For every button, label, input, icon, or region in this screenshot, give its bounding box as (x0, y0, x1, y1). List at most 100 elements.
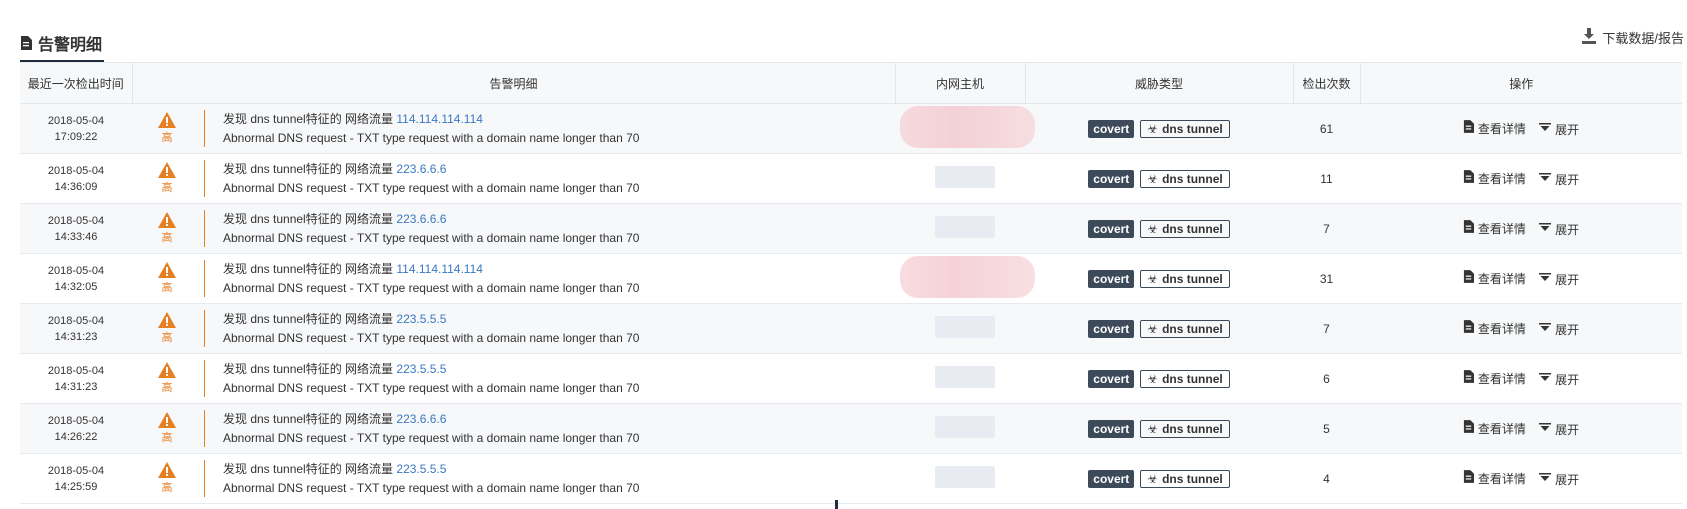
covert-tag[interactable]: covert (1088, 469, 1135, 488)
ip-link[interactable]: 114.114.114.114 (396, 112, 483, 126)
covert-tag[interactable]: covert (1088, 419, 1135, 438)
view-details-button[interactable]: 查看详情 (1463, 120, 1526, 137)
detect-time: 14:31:23 (54, 330, 98, 343)
warning-triangle-icon (158, 462, 176, 481)
view-details-button[interactable]: 查看详情 (1463, 420, 1526, 437)
time-cell: 2018-05-04 14:36:09 (20, 153, 132, 204)
host-cell (895, 353, 1025, 404)
view-details-label: 查看详情 (1477, 221, 1526, 236)
view-details-button[interactable]: 查看详情 (1463, 220, 1526, 237)
dns-tunnel-tag[interactable]: ☣ dns tunnel (1140, 219, 1230, 238)
covert-tag[interactable]: covert (1088, 369, 1135, 388)
table-header-row: 最近一次检出时间 告警明细 内网主机 威胁类型 检出次数 操作 (20, 62, 1682, 104)
alert-summary: 发现 dns tunnel特征的 网络流量 (223, 211, 394, 226)
detail-cell: 高 发现 dns tunnel特征的 网络流量 114.114.114.114 … (132, 253, 895, 304)
expand-button[interactable]: 展开 (1539, 271, 1579, 288)
dns-tunnel-tag[interactable]: ☣ dns tunnel (1140, 319, 1230, 338)
host-cell (895, 253, 1035, 304)
severity-label: 高 (161, 182, 173, 194)
expand-label: 展开 (1555, 172, 1580, 187)
dns-tunnel-label: dns tunnel (1162, 221, 1223, 236)
alert-detail: 发现 dns tunnel特征的 网络流量 223.6.6.6 Abnormal… (223, 160, 639, 198)
detect-date: 2018-05-04 (47, 164, 105, 177)
severity-divider (204, 110, 205, 147)
view-details-label: 查看详情 (1477, 371, 1526, 386)
alert-description: Abnormal DNS request - TXT type request … (223, 430, 640, 445)
alert-summary: 发现 dns tunnel特征的 网络流量 (223, 461, 394, 476)
document-icon (1463, 470, 1474, 486)
dns-tunnel-label: dns tunnel (1162, 271, 1223, 286)
download-report-button[interactable]: 下载数据/报告 (1582, 28, 1684, 47)
document-icon (1463, 220, 1474, 236)
biohazard-icon: ☣ (1147, 271, 1159, 286)
expand-button[interactable]: 展开 (1539, 321, 1579, 338)
filter-icon (1539, 422, 1552, 436)
expand-button[interactable]: 展开 (1539, 371, 1579, 388)
expand-button[interactable]: 展开 (1539, 421, 1579, 438)
covert-tag[interactable]: covert (1088, 269, 1135, 288)
redacted-host (935, 466, 995, 488)
detect-date: 2018-05-04 (47, 114, 105, 127)
view-details-button[interactable]: 查看详情 (1463, 270, 1526, 287)
dns-tunnel-label: dns tunnel (1162, 371, 1223, 386)
detail-cell: 高 发现 dns tunnel特征的 网络流量 223.6.6.6 Abnorm… (132, 203, 895, 254)
view-details-button[interactable]: 查看详情 (1463, 370, 1526, 387)
filter-icon (1539, 122, 1552, 136)
filter-icon (1539, 272, 1552, 286)
dns-tunnel-tag[interactable]: ☣ dns tunnel (1140, 169, 1230, 188)
ip-link[interactable]: 223.5.5.5 (396, 462, 446, 476)
ops-cell: 查看详情 展开 (1360, 403, 1682, 454)
detect-time: 14:31:23 (54, 380, 98, 393)
section-title: 告警明细 (38, 37, 103, 54)
expand-button[interactable]: 展开 (1539, 171, 1579, 188)
dns-tunnel-tag[interactable]: ☣ dns tunnel (1140, 119, 1230, 138)
ip-link[interactable]: 114.114.114.114 (396, 262, 483, 276)
alert-summary: 发现 dns tunnel特征的 网络流量 (223, 411, 394, 426)
redacted-host (900, 106, 1035, 148)
view-details-label: 查看详情 (1477, 121, 1526, 136)
ops-cell: 查看详情 展开 (1360, 303, 1682, 354)
document-icon (1463, 420, 1474, 436)
redacted-host (935, 316, 995, 338)
alert-description: Abnormal DNS request - TXT type request … (223, 180, 640, 195)
covert-tag[interactable]: covert (1088, 169, 1135, 188)
warning-triangle-icon (158, 362, 176, 381)
ip-link[interactable]: 223.6.6.6 (396, 412, 446, 426)
host-cell (895, 453, 1025, 504)
covert-tag[interactable]: covert (1088, 319, 1135, 338)
detect-time: 14:36:09 (54, 180, 98, 193)
covert-tag[interactable]: covert (1088, 119, 1135, 138)
view-details-button[interactable]: 查看详情 (1463, 470, 1526, 487)
covert-tag[interactable]: covert (1088, 219, 1135, 238)
dns-tunnel-tag[interactable]: ☣ dns tunnel (1140, 469, 1230, 488)
severity-level: 高 (132, 162, 182, 195)
biohazard-icon: ☣ (1147, 321, 1159, 336)
ip-link[interactable]: 223.6.6.6 (396, 162, 446, 176)
biohazard-icon: ☣ (1147, 121, 1159, 136)
expand-button[interactable]: 展开 (1539, 121, 1579, 138)
expand-button[interactable]: 展开 (1539, 221, 1579, 238)
count-cell: 61 (1293, 103, 1360, 154)
ops-cell: 查看详情 展开 (1360, 453, 1682, 504)
expand-button[interactable]: 展开 (1539, 471, 1579, 488)
alert-summary: 发现 dns tunnel特征的 网络流量 (223, 361, 394, 376)
alert-detail: 发现 dns tunnel特征的 网络流量 223.6.6.6 Abnormal… (223, 210, 639, 248)
count-cell: 11 (1293, 153, 1360, 204)
dns-tunnel-tag[interactable]: ☣ dns tunnel (1140, 369, 1230, 388)
time-cell: 2018-05-04 17:09:22 (20, 103, 132, 154)
view-details-button[interactable]: 查看详情 (1463, 170, 1526, 187)
ip-link[interactable]: 223.5.5.5 (396, 312, 446, 326)
document-icon (1463, 170, 1474, 186)
ip-link[interactable]: 223.6.6.6 (396, 212, 446, 226)
alert-detail: 发现 dns tunnel特征的 网络流量 223.5.5.5 Abnormal… (223, 460, 639, 498)
ops-cell: 查看详情 展开 (1360, 203, 1682, 254)
dns-tunnel-tag[interactable]: ☣ dns tunnel (1140, 269, 1230, 288)
alert-detail: 发现 dns tunnel特征的 网络流量 223.5.5.5 Abnormal… (223, 310, 639, 348)
severity-label: 高 (161, 382, 173, 394)
detect-time: 14:33:46 (54, 230, 98, 243)
view-details-button[interactable]: 查看详情 (1463, 320, 1526, 337)
dns-tunnel-tag[interactable]: ☣ dns tunnel (1140, 419, 1230, 438)
alert-detail: 发现 dns tunnel特征的 网络流量 114.114.114.114 Ab… (223, 110, 639, 148)
ip-link[interactable]: 223.5.5.5 (396, 362, 446, 376)
dns-tunnel-label: dns tunnel (1162, 471, 1223, 486)
